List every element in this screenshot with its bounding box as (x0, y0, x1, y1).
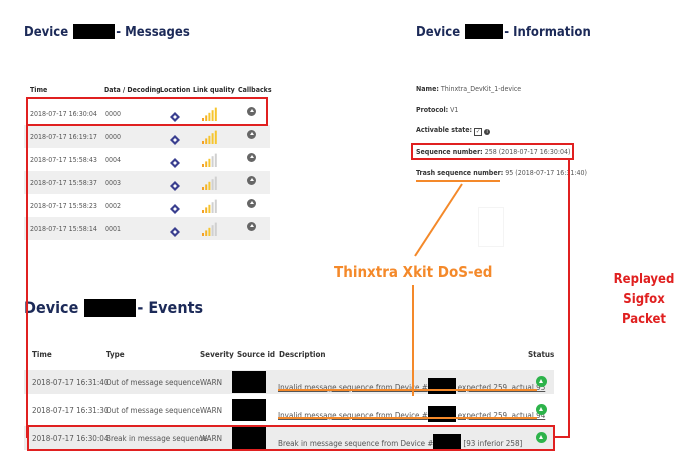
break-event-highlight (27, 425, 555, 451)
message-row[interactable]: 2018-07-17 15:58:43 0004 (24, 148, 270, 171)
event-row[interactable]: 2018-07-17 16:31:40 Out of message sequen… (24, 370, 554, 394)
callback-upload-icon[interactable] (247, 153, 256, 162)
link-quality-bars-icon (202, 221, 218, 236)
ev-col-source-id[interactable]: Source id (237, 350, 275, 359)
location-pin-icon[interactable] (170, 222, 180, 237)
message-data: 0003 (105, 179, 122, 187)
event-time: 2018-07-17 16:31:40 (32, 378, 109, 387)
blank-white-box (478, 207, 504, 247)
ev-col-description[interactable]: Description (279, 350, 326, 359)
redacted-device-id (427, 406, 456, 422)
status-ok-icon[interactable] (536, 376, 547, 387)
col-callbacks[interactable]: Callbacks (238, 86, 272, 94)
event-severity: WARN (200, 406, 222, 415)
messages-title: Device - Messages (24, 24, 190, 40)
message-time: 2018-07-17 15:58:23 (30, 202, 97, 210)
message-row[interactable]: 2018-07-17 15:58:23 0002 (24, 194, 270, 217)
description-underline (278, 389, 537, 391)
redacted-source-id (232, 399, 266, 421)
message-row[interactable]: 2018-07-17 15:58:37 0003 (24, 171, 270, 194)
trash-underline (416, 180, 500, 182)
redacted-source-id (232, 371, 266, 393)
event-type: Out of message sequence (106, 378, 200, 387)
location-pin-icon[interactable] (170, 130, 180, 145)
message-time: 2018-07-17 15:58:37 (30, 179, 97, 187)
dos-annotation: Thinxtra Xkit DoS-ed (334, 263, 493, 281)
redacted-device-id (73, 24, 116, 39)
callback-upload-icon[interactable] (247, 130, 256, 139)
message-time: 2018-07-17 16:19:17 (30, 133, 97, 141)
location-pin-icon[interactable] (170, 199, 180, 214)
col-link-quality[interactable]: Link quality (193, 86, 235, 94)
info-protocol: Protocol: V1 (416, 106, 459, 114)
information-title: Device - Information (416, 24, 591, 40)
replay-annotation: Replayed Sigfox Packet (613, 272, 675, 327)
message-data: 0002 (105, 202, 122, 210)
message-data: 0004 (105, 156, 122, 164)
event-severity: WARN (200, 378, 222, 387)
right-connector-vertical (568, 158, 570, 438)
info-icon[interactable]: i (484, 129, 491, 135)
event-type: Out of message sequence (106, 406, 200, 415)
description-underline (278, 417, 537, 419)
col-data-decoding[interactable]: Data / Decoding (104, 86, 161, 94)
col-location[interactable]: Location (160, 86, 190, 94)
events-title: Device - Events (24, 298, 204, 317)
location-pin-icon[interactable] (170, 176, 180, 191)
link-quality-bars-icon (202, 175, 218, 190)
event-description[interactable]: Invalid message sequence from Device # ex… (278, 378, 545, 394)
redacted-device-id (84, 299, 137, 317)
col-time[interactable]: Time (30, 86, 47, 94)
info-trash-sequence-number: Trash sequence number: 95 (2018-07-17 16… (416, 169, 588, 177)
event-time: 2018-07-17 16:31:30 (32, 406, 109, 415)
right-connector-horizontal (553, 436, 570, 438)
redacted-device-id (427, 378, 456, 394)
ev-col-status[interactable]: Status (528, 350, 554, 359)
message-row[interactable]: 2018-07-17 15:58:14 0001 (24, 217, 270, 240)
link-quality-bars-icon (202, 152, 218, 167)
event-row[interactable]: 2018-07-17 16:31:30 Out of message sequen… (24, 398, 554, 422)
left-connector (26, 108, 28, 438)
message-time: 2018-07-17 15:58:14 (30, 225, 97, 233)
callback-upload-icon[interactable] (247, 199, 256, 208)
first-message-highlight (26, 97, 268, 126)
location-pin-icon[interactable] (170, 153, 180, 168)
info-name: Name: Thinxtra_DevKit_1-device (416, 85, 522, 93)
link-quality-bars-icon (202, 198, 218, 213)
ev-col-type[interactable]: Type (106, 350, 125, 359)
callback-upload-icon[interactable] (247, 222, 256, 231)
message-row[interactable]: 2018-07-17 16:19:17 0000 (24, 125, 270, 148)
message-data: 0001 (105, 225, 122, 233)
event-description[interactable]: Invalid message sequence from Device # ex… (278, 406, 545, 422)
callback-upload-icon[interactable] (247, 176, 256, 185)
ev-col-time[interactable]: Time (32, 350, 52, 359)
link-quality-bars-icon (202, 129, 218, 144)
status-ok-icon[interactable] (536, 404, 547, 415)
ev-col-severity[interactable]: Severity (200, 350, 234, 359)
redacted-device-id (465, 24, 504, 39)
info-activable-state: Activable state: ✓ i (416, 126, 491, 136)
message-data: 0000 (105, 133, 122, 141)
sequence-number-highlight (411, 143, 574, 160)
checkbox-icon[interactable]: ✓ (474, 128, 483, 136)
message-time: 2018-07-17 15:58:43 (30, 156, 97, 164)
